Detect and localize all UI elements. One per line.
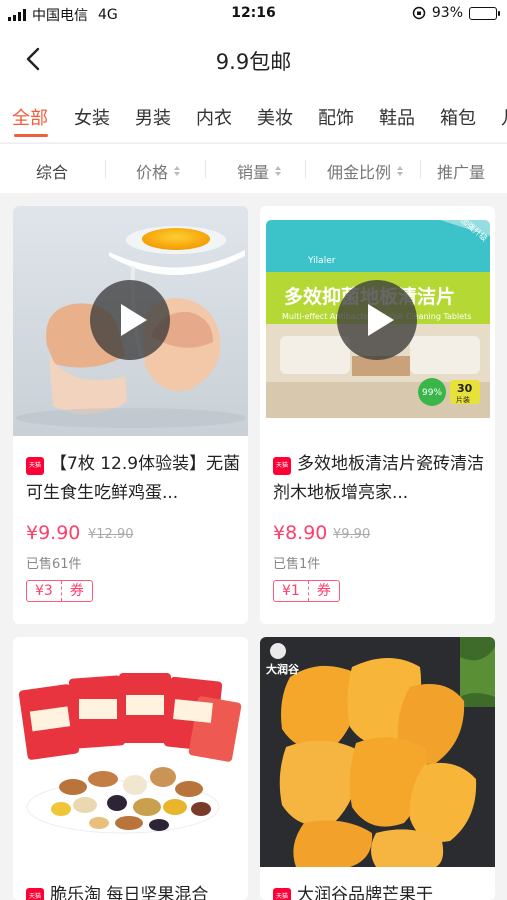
battery-icon (469, 6, 500, 20)
product-image: 大润谷 (260, 637, 495, 867)
orientation-lock-icon (412, 6, 426, 20)
tmall-badge-icon: 天猫 (273, 888, 291, 900)
product-title: 天猫 【7枚 12.9体验装】无菌可生食生吃鲜鸡蛋... (26, 450, 241, 508)
product-title: 天猫 脆乐淘 每日坚果混合 (26, 881, 241, 900)
coupon-label: 券 (316, 583, 331, 599)
category-tabs: 全部 女装 男装 内衣 美妆 配饰 鞋品 箱包 儿 (0, 90, 507, 142)
package-badge-unit: 片装 (456, 396, 470, 404)
divider (420, 160, 421, 178)
tab-beauty[interactable]: 美妆 (257, 104, 293, 130)
coupon-tag[interactable]: ¥3 券 (26, 580, 93, 602)
sort-arrows-icon (397, 166, 404, 176)
tab-bags[interactable]: 箱包 (440, 104, 476, 130)
product-image: Yilaler 加强升级 多效抑菌地板清洁片 Multi-effect Anti… (260, 206, 495, 436)
play-video-icon[interactable] (90, 280, 170, 360)
tab-shoes[interactable]: 鞋品 (379, 104, 415, 130)
coupon-amount: ¥3 (27, 581, 62, 601)
product-card[interactable]: 大润谷 天猫 大润谷品牌芒果干 (260, 637, 495, 900)
sort-label: 佣金比例 (327, 163, 392, 182)
product-title: 天猫 多效地板清洁片瓷砖清洁剂木地板增亮家... (273, 450, 488, 508)
sort-label: 销量 (237, 163, 270, 182)
tmall-badge-icon: 天猫 (26, 457, 44, 475)
tab-underwear[interactable]: 内衣 (196, 104, 232, 130)
product-name: 脆乐淘 每日坚果混合 (50, 885, 209, 900)
product-card[interactable]: 天猫 【7枚 12.9体验装】无菌可生食生吃鲜鸡蛋... ¥9.90 ¥12.90… (13, 206, 248, 624)
product-name: 大润谷品牌芒果干 (297, 885, 433, 900)
coupon-tag[interactable]: ¥1 券 (273, 580, 340, 602)
divider (205, 160, 206, 178)
active-tab-indicator (14, 134, 48, 137)
tmall-badge-icon: 天猫 (26, 888, 44, 900)
package-badge-pct: 99% (422, 388, 443, 398)
sort-commission[interactable]: 佣金比例 (327, 159, 404, 183)
product-name: 【7枚 12.9体验装】无菌可生食生吃鲜鸡蛋... (26, 454, 241, 503)
sold-count: 已售1件 (273, 557, 321, 572)
product-card[interactable]: Yilaler 加强升级 多效抑菌地板清洁片 Multi-effect Anti… (260, 206, 495, 624)
nav-bar: 9.9包邮 (0, 28, 507, 90)
original-price: ¥12.90 (88, 527, 134, 542)
divider (305, 160, 306, 178)
tab-womens[interactable]: 女装 (74, 104, 110, 130)
sort-label: 推广量 (437, 163, 486, 182)
package-badge-count: 30 (457, 382, 473, 395)
sort-arrows-icon (275, 166, 282, 176)
tab-all[interactable]: 全部 (12, 104, 48, 130)
sort-promotion[interactable]: 推广量 (437, 159, 485, 183)
original-price: ¥9.90 (333, 527, 371, 542)
page-title: 9.9包邮 (215, 50, 292, 74)
sort-label: 综合 (36, 163, 69, 182)
package-brand: Yilaler (308, 256, 336, 266)
product-title: 天猫 大润谷品牌芒果干 (273, 881, 488, 900)
tab-mens[interactable]: 男装 (135, 104, 171, 130)
product-card[interactable]: 天猫 脆乐淘 每日坚果混合 (13, 637, 248, 900)
sort-arrows-icon (174, 166, 181, 176)
tab-kids[interactable]: 儿 (501, 104, 507, 130)
package-brand: 大润谷 (266, 663, 299, 676)
sort-sales[interactable]: 销量 (237, 159, 282, 183)
sort-price[interactable]: 价格 (136, 159, 181, 183)
divider (105, 160, 106, 178)
tmall-badge-icon: 天猫 (273, 457, 291, 475)
play-video-icon[interactable] (337, 280, 417, 360)
product-price: ¥9.90 (26, 522, 81, 544)
product-image (13, 637, 248, 867)
sort-label: 价格 (136, 163, 169, 182)
product-image (13, 206, 248, 436)
sort-comprehensive[interactable]: 综合 (36, 159, 68, 183)
coupon-amount: ¥1 (274, 581, 309, 601)
battery-percent: 93% (431, 5, 463, 21)
product-name: 多效地板清洁片瓷砖清洁剂木地板增亮家... (273, 454, 484, 503)
tab-accessories[interactable]: 配饰 (318, 104, 354, 130)
coupon-label: 券 (69, 583, 84, 599)
product-price: ¥8.90 (273, 522, 328, 544)
sort-bar: 综合 价格 销量 佣金比例 推广量 (0, 143, 507, 193)
status-bar: 中国电信 4G 12:16 93% (0, 0, 507, 28)
sold-count: 已售61件 (26, 557, 82, 572)
